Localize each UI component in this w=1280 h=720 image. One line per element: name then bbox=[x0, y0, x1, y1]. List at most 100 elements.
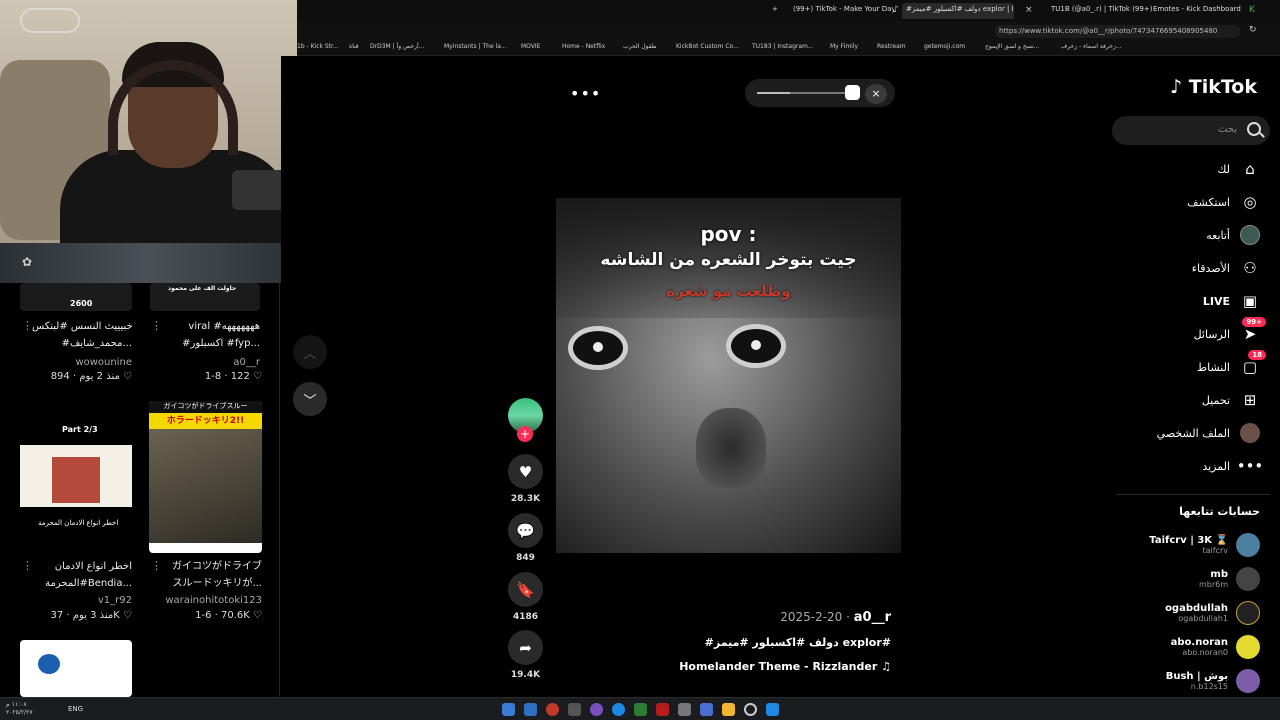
more-options-icon[interactable]: ••• bbox=[570, 84, 601, 103]
kick-icon: K bbox=[1249, 5, 1255, 15]
app-icon[interactable] bbox=[524, 703, 537, 716]
comment-icon[interactable]: 💬 bbox=[508, 513, 543, 548]
bookmark[interactable]: Myinstants | The la... bbox=[444, 43, 507, 50]
share-icon[interactable]: ➦ bbox=[508, 630, 543, 665]
chevron-up-icon[interactable]: ︿ bbox=[293, 335, 327, 369]
bookmark[interactable]: Home - Netflix bbox=[562, 43, 605, 50]
post-author[interactable]: a0__r bbox=[854, 610, 891, 625]
search-icon[interactable] bbox=[1247, 122, 1261, 136]
video-thumbnail[interactable]: ガイコツがドライブスルー ホラードッキリ2!! bbox=[149, 401, 262, 553]
file-explorer-icon[interactable] bbox=[722, 703, 735, 716]
nav-for-you[interactable]: لك ⌂ bbox=[1217, 157, 1260, 181]
close-icon[interactable]: × bbox=[865, 84, 887, 104]
follow-plus-icon[interactable]: + bbox=[517, 426, 533, 442]
card-title[interactable]: ガイコツがドライブ bbox=[160, 559, 262, 575]
bookmark[interactable]: زخرفة اسماء - زخرف... bbox=[1061, 43, 1122, 50]
account-name: Taifcrv | 3K ⌛ bbox=[1149, 535, 1228, 546]
messages-icon: ➤ 99+ bbox=[1240, 317, 1266, 344]
nav-profile[interactable]: الملف الشخصي bbox=[1157, 421, 1260, 445]
following-account[interactable]: Bush | بوش n.b12s15 bbox=[1166, 668, 1260, 694]
bookmark[interactable]: Restream bbox=[877, 43, 906, 50]
bookmark[interactable]: KickBot Custom Co... bbox=[676, 43, 739, 50]
video-thumbnail[interactable]: 2600 bbox=[20, 283, 132, 311]
edge-icon[interactable] bbox=[612, 703, 625, 716]
thumbnail-image bbox=[20, 445, 132, 507]
volume-control[interactable]: × bbox=[745, 79, 895, 107]
video-thumbnail[interactable]: Part 2/3 اخطر انواع الادمان المحرمة bbox=[20, 401, 132, 551]
video-thumbnail[interactable]: حاولت الف على محمود bbox=[150, 283, 260, 311]
browser-tab-active[interactable]: #دولف #اكسبلور #ميمز explor | ا... bbox=[902, 3, 1014, 19]
card-author[interactable]: warainohitotoki123 bbox=[150, 595, 262, 606]
app-icon[interactable] bbox=[568, 703, 581, 716]
card-title[interactable]: خبيييث النسس #لبنكس bbox=[32, 319, 132, 335]
post-music[interactable]: Homelander Theme - Rizzlander ♫ bbox=[679, 660, 891, 673]
card-author[interactable]: wowounine bbox=[32, 357, 132, 368]
nav-friends[interactable]: الأصدقاء ⚇ bbox=[1192, 256, 1260, 280]
bookmark[interactable]: TU183 | Instagram... bbox=[752, 43, 814, 50]
share-action[interactable]: ➦ 19.4K bbox=[508, 630, 543, 680]
card-title[interactable]: #محمد_شايف... bbox=[32, 336, 132, 352]
search-box[interactable]: بحث bbox=[1112, 116, 1270, 145]
reload-icon[interactable]: ↻ bbox=[1249, 25, 1257, 35]
following-account[interactable]: Taifcrv | 3K ⌛ taifcrv bbox=[1149, 532, 1260, 558]
taskbar-clock[interactable]: ١١:٠٨ م ٢٠٢٥/٢/٢٧ bbox=[6, 701, 33, 717]
browser-tab[interactable]: TU1B (@a0_.r) | TikTok (99+) bbox=[1047, 3, 1152, 19]
windows-start-icon[interactable] bbox=[766, 703, 779, 716]
browser-tab[interactable]: (99+) TikTok - Make Your Day bbox=[789, 3, 894, 19]
card-author[interactable]: v1_r92 bbox=[32, 595, 132, 606]
language-indicator[interactable]: ENG bbox=[68, 705, 83, 713]
bookmark[interactable]: قناة bbox=[349, 43, 359, 50]
chevron-down-icon[interactable]: ﹀ bbox=[293, 382, 327, 416]
browser-tab[interactable]: Emotes - Kick Dashboard bbox=[1149, 3, 1249, 19]
video-thumbnail[interactable] bbox=[20, 640, 132, 697]
comment-action[interactable]: 💬 849 bbox=[508, 513, 543, 563]
video-frame[interactable]: pov : جيت بتوخر الشعره من الشاشه وطلعت م… bbox=[556, 198, 901, 553]
bookmark[interactable]: My Fimily bbox=[830, 43, 858, 50]
steam-icon[interactable] bbox=[502, 703, 515, 716]
bookmark[interactable]: getemoji.com bbox=[924, 43, 965, 50]
app-icon[interactable] bbox=[634, 703, 647, 716]
url-field[interactable]: https://www.tiktok.com/@a0__r/photo/7473… bbox=[995, 25, 1240, 38]
app-icon[interactable] bbox=[700, 703, 713, 716]
app-icon[interactable] bbox=[656, 703, 669, 716]
nav-explore[interactable]: استكشف ◎ bbox=[1187, 190, 1260, 214]
nav-messages[interactable]: الرسائل ➤ 99+ bbox=[1194, 317, 1266, 346]
card-title[interactable]: #اكسبلور #fyp... bbox=[160, 336, 260, 352]
card-title[interactable]: المحرمة#Bendia... bbox=[32, 576, 132, 592]
card-title[interactable]: اخطر انواع الادمان bbox=[32, 559, 132, 575]
bookmark[interactable]: نسخ و لصق الإيموج... bbox=[985, 43, 1039, 50]
home-icon: ⌂ bbox=[1245, 160, 1255, 178]
music-title[interactable]: Homelander Theme - Rizzlander bbox=[679, 660, 877, 673]
volume-track[interactable] bbox=[757, 92, 852, 94]
tiktok-logo[interactable]: ♪ TikTok bbox=[1170, 76, 1257, 98]
bookmark-icon[interactable]: 🔖 bbox=[508, 572, 543, 607]
save-action[interactable]: 🔖 4186 bbox=[508, 572, 543, 622]
bookmark[interactable]: MOVIE bbox=[521, 43, 540, 50]
nav-more[interactable]: المزيد ••• bbox=[1202, 454, 1263, 478]
nav-live[interactable]: LIVE ▣ bbox=[1203, 289, 1260, 313]
following-account[interactable]: abo.noran abo.noran0 bbox=[1171, 634, 1260, 660]
following-account[interactable]: mb mbr6m bbox=[1199, 566, 1260, 592]
search-icon[interactable] bbox=[744, 703, 757, 716]
post-hashtags[interactable]: #دولف #اكسبلور #ميمز explor# bbox=[705, 636, 891, 649]
app-icon[interactable] bbox=[678, 703, 691, 716]
obs-icon[interactable] bbox=[546, 703, 559, 716]
nav-upload[interactable]: تحميل ⊞ bbox=[1202, 388, 1260, 412]
card-title[interactable]: スルードッキリが... bbox=[160, 576, 262, 592]
search-input[interactable]: بحث bbox=[1218, 124, 1237, 135]
card-author[interactable]: a0__r bbox=[160, 357, 260, 368]
close-tab-icon[interactable]: × bbox=[1025, 5, 1033, 15]
like-action[interactable]: ♥ 28.3K bbox=[508, 454, 543, 504]
following-account[interactable]: ogabdullah ogabdullah1 bbox=[1165, 600, 1260, 626]
heart-icon[interactable]: ♥ bbox=[508, 454, 543, 489]
nav-activity[interactable]: النشاط ▢ 18 bbox=[1197, 350, 1266, 379]
card-title[interactable]: viral #هههههههه bbox=[160, 319, 260, 335]
bookmark[interactable]: DrD3M | أرخص وأ... bbox=[370, 43, 424, 50]
volume-knob[interactable] bbox=[845, 85, 860, 100]
nav-following[interactable]: أتابعه bbox=[1206, 223, 1260, 247]
app-icon[interactable] bbox=[590, 703, 603, 716]
card-age: 1-6 bbox=[195, 610, 212, 621]
bookmark[interactable]: طقول الحرب bbox=[623, 43, 657, 50]
new-tab-button[interactable]: + bbox=[768, 3, 782, 19]
bookmark[interactable]: 1b - Kick Str... bbox=[297, 43, 339, 50]
